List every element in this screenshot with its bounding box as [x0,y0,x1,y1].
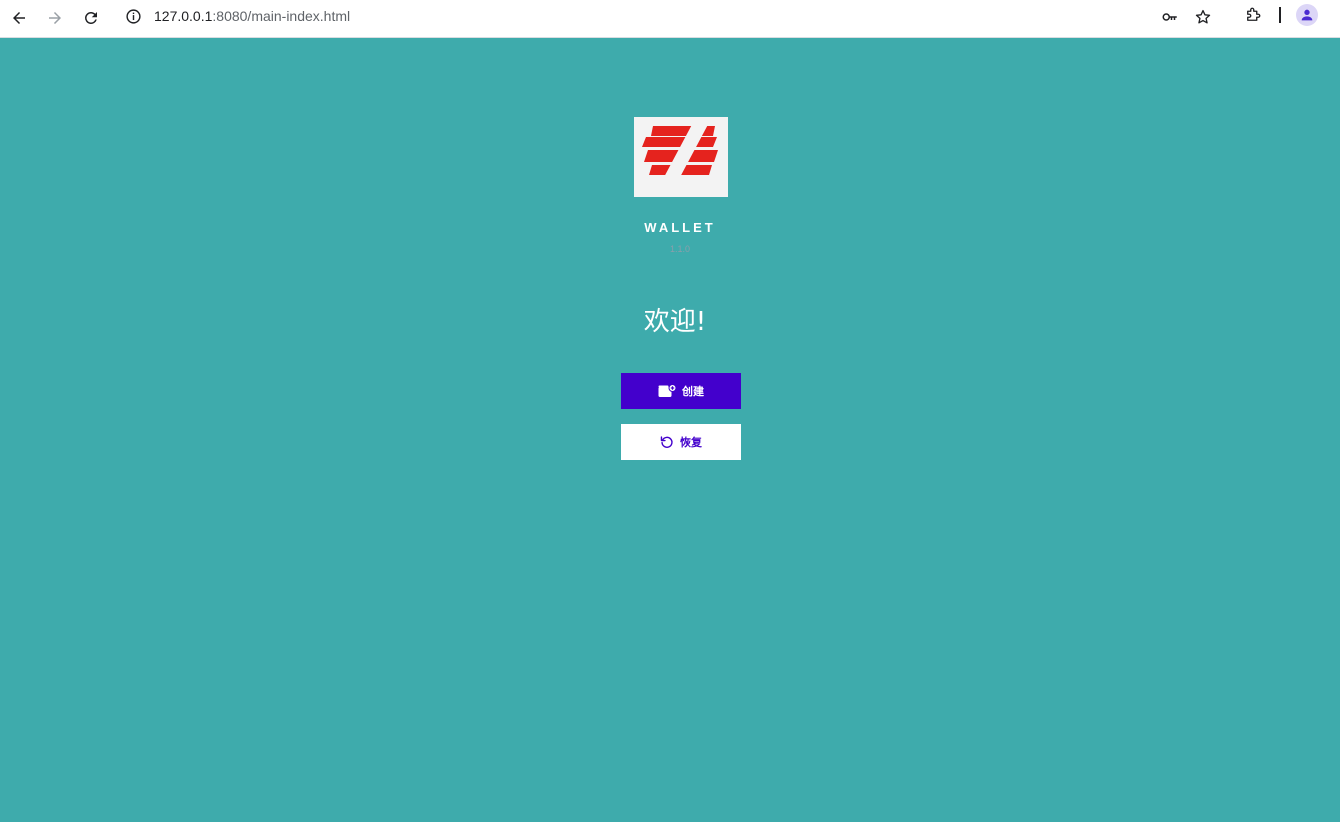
url-host: 127.0.0.1 [154,8,213,24]
site-info-icon[interactable] [124,7,142,25]
arrow-right-icon [49,12,61,24]
url-path: :8080/main-index.html [212,8,351,24]
app-title: WALLET [644,220,716,235]
arrow-left-icon [13,12,25,24]
address-bar[interactable]: 127.0.0.1:8080/main-index.html [116,1,1226,31]
create-wallet-button[interactable]: 创建 [621,373,741,409]
wallet-add-icon [658,384,676,397]
password-key-icon[interactable] [1159,6,1181,28]
app-version: 1.1.0 [669,244,691,254]
welcome-heading: 欢迎! [643,307,707,337]
logo-icon [642,124,718,178]
restore-icon [660,436,673,448]
toolbar-divider [1279,7,1281,23]
profile-icon[interactable] [1296,4,1318,26]
extensions-icon[interactable] [1242,4,1264,26]
create-wallet-label: 创建 [682,386,704,398]
forward-button[interactable] [40,3,70,33]
bookmark-star-icon[interactable] [1192,6,1214,28]
wallet-logo [634,117,728,197]
reload-icon [85,11,97,24]
back-button[interactable] [4,3,34,33]
browser-toolbar: 127.0.0.1:8080/main-index.html [0,0,1340,38]
url-text[interactable]: 127.0.0.1:8080/main-index.html [154,7,350,25]
restore-wallet-button[interactable]: 恢复 [621,424,741,460]
page-body: WALLET 1.1.0 欢迎! 创建 恢复 [0,39,1340,822]
restore-wallet-label: 恢复 [680,437,702,449]
reload-button[interactable] [76,3,106,33]
